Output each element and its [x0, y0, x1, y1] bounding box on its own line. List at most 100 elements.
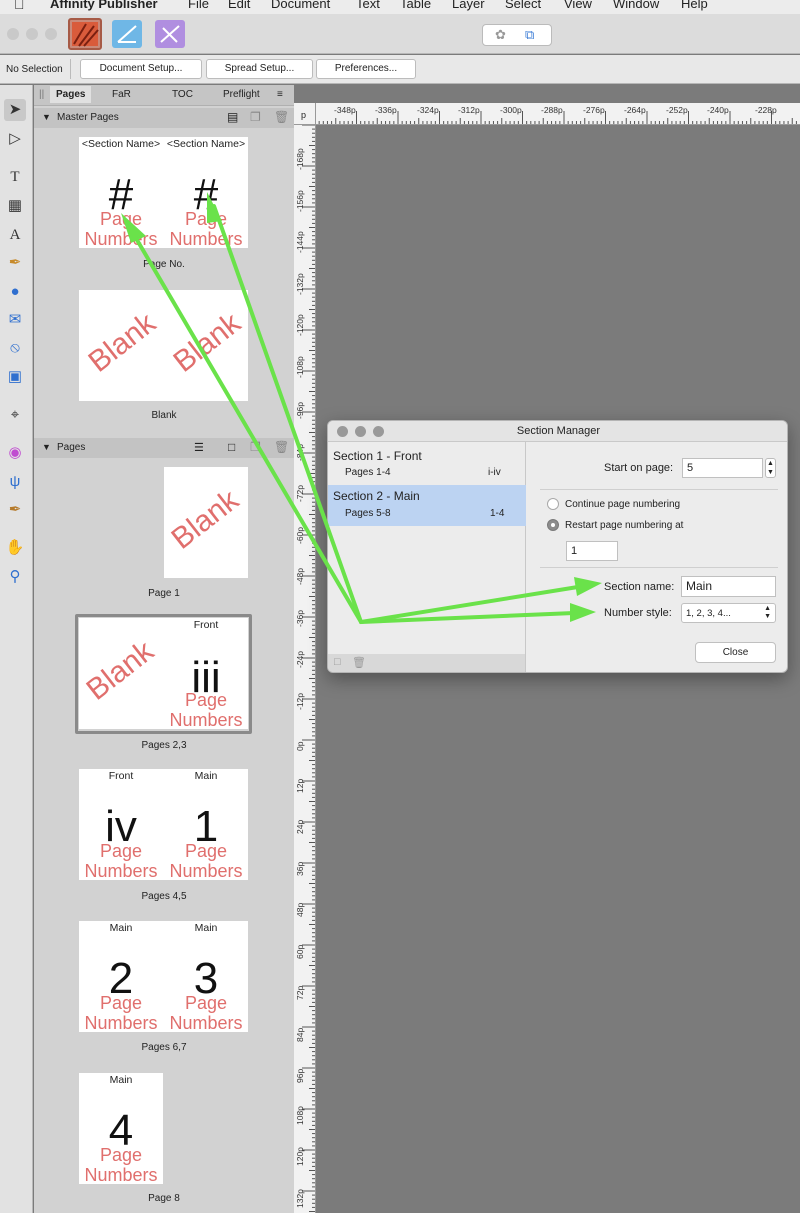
master-page-no-thumbnail[interactable]: <Section Name> <Section Name> # # Page N…: [79, 137, 248, 248]
menu-help[interactable]: Help: [681, 0, 708, 11]
selection-label: No Selection: [6, 64, 63, 75]
ruler-top-label: -324p: [417, 105, 439, 115]
delete-page-icon[interactable]: 🗑: [274, 440, 289, 454]
apple-icon[interactable]: : [14, 0, 25, 12]
pages-4-5-thumbnail[interactable]: Front Main iv 1 Page Numbers Page Number…: [79, 769, 248, 880]
start-on-page-stepper[interactable]: ▲ ▼: [765, 458, 776, 478]
page-1-label: Page 1: [148, 588, 180, 599]
insert-master-icon[interactable]: ▤: [227, 110, 238, 124]
section-pages: Pages 1-4: [345, 467, 391, 478]
tab-pages[interactable]: Pages: [50, 86, 92, 103]
preferences-button[interactable]: Preferences...: [316, 59, 416, 79]
fill-tool-icon[interactable]: ◉: [4, 442, 26, 464]
menu-edit[interactable]: Edit: [228, 0, 250, 11]
ruler-left-label: -144p: [295, 231, 305, 253]
disclosure-icon[interactable]: ▼: [42, 442, 51, 452]
chevron-updown-icon: ▲ ▼: [764, 605, 771, 620]
menu-select[interactable]: Select: [505, 0, 541, 11]
ruler-left-label: 48p: [295, 902, 305, 917]
insert-page-icon[interactable]: □: [228, 440, 235, 454]
pages-header[interactable]: ▼ Pages ☰ □ ❐ 🗑: [34, 438, 294, 458]
zoom-tool-icon[interactable]: ⚲: [4, 566, 26, 588]
menu-layer[interactable]: Layer: [452, 0, 485, 11]
menu-table[interactable]: Table: [400, 0, 431, 11]
number-style-select[interactable]: 1, 2, 3, 4... ▲ ▼: [681, 603, 776, 623]
tab-far[interactable]: FaR: [112, 89, 131, 100]
node-tool-icon[interactable]: ▷: [4, 128, 26, 150]
add-section-icon[interactable]: □: [334, 656, 341, 668]
window-minimize-button[interactable]: [26, 28, 38, 40]
delete-section-icon[interactable]: 🗑: [352, 656, 366, 669]
move-tool-icon[interactable]: ➤: [4, 99, 26, 121]
section-name: Section 1 - Front: [333, 449, 422, 463]
frame-text-tool-icon[interactable]: T: [4, 166, 26, 188]
start-on-page-field[interactable]: 5: [682, 458, 763, 478]
photo-persona-icon[interactable]: [155, 20, 185, 48]
panel-menu-icon[interactable]: ≡: [277, 89, 283, 100]
continue-numbering-label: Continue page numbering: [565, 499, 681, 510]
tab-toc[interactable]: TOC: [172, 89, 193, 100]
app-name[interactable]: Affinity Publisher: [50, 0, 158, 11]
master-blank-thumbnail[interactable]: Blank Blank: [79, 290, 248, 401]
ruler-left-label: -48p: [295, 567, 305, 585]
menu-document[interactable]: Document: [271, 0, 330, 11]
master-pages-header[interactable]: ▼ Master Pages ▤ ❐ 🗑: [34, 108, 294, 128]
ruler-left-label: 132p: [295, 1188, 305, 1208]
menu-file[interactable]: File: [188, 0, 209, 11]
place-image-tool-icon[interactable]: ▣: [4, 366, 26, 388]
ellipse-frame-tool-icon[interactable]: ⦸: [4, 337, 26, 359]
delete-master-icon[interactable]: 🗑: [274, 110, 289, 124]
duplicate-page-icon[interactable]: ❐: [250, 440, 261, 454]
page-5-section-name: Main: [194, 770, 218, 782]
menu-text[interactable]: Text: [356, 0, 380, 11]
window-zoom-button[interactable]: [45, 28, 57, 40]
master-section-name-left: <Section Name>: [81, 138, 161, 150]
publisher-persona-icon[interactable]: [68, 18, 102, 50]
section-range: 1-4: [490, 508, 505, 519]
dialog-titlebar: Section Manager: [328, 421, 787, 442]
view-tool-icon[interactable]: ✋: [4, 537, 26, 559]
menu-bar:  Affinity Publisher File Edit Document …: [0, 0, 800, 14]
section-name-field[interactable]: Main: [681, 576, 776, 597]
pages-6-7-label: Pages 6,7: [141, 1042, 187, 1053]
disclosure-icon[interactable]: ▼: [42, 112, 51, 122]
section-manager-icon[interactable]: ☰: [194, 441, 204, 454]
pages-6-7-thumbnail[interactable]: Main Main 2 3 Page Numbers Page Numbers: [79, 921, 248, 1032]
pen-tool-icon[interactable]: ✒: [4, 252, 26, 274]
table-tool-icon[interactable]: ▦: [4, 195, 26, 217]
page-8-label: Page 8: [148, 1193, 180, 1204]
ruler-top-label: -252p: [666, 105, 688, 115]
page-8-thumbnail[interactable]: Main 4 Page Numbers: [79, 1073, 163, 1184]
artistic-text-tool-icon[interactable]: A: [4, 224, 26, 246]
spread-setup-button[interactable]: Spread Setup...: [206, 59, 313, 79]
tab-preflight[interactable]: Preflight: [223, 89, 260, 100]
continue-numbering-radio[interactable]: [547, 498, 559, 510]
transparency-tool-icon[interactable]: ψ: [4, 471, 26, 493]
picture-frame-tool-icon[interactable]: ✉: [4, 309, 26, 331]
menu-view[interactable]: View: [564, 0, 592, 11]
studio-toggle-button[interactable]: ✿ ⧉: [482, 24, 552, 46]
section-row[interactable]: Section 2 - Main Pages 5-8 1-4: [328, 485, 526, 526]
page-1-thumbnail[interactable]: Blank: [164, 467, 248, 578]
panel-tabs: || Pages FaR TOC Preflight ≡: [34, 85, 294, 106]
section-range: i-iv: [488, 467, 501, 478]
document-setup-button[interactable]: Document Setup...: [80, 59, 202, 79]
restart-at-field[interactable]: 1: [566, 541, 618, 561]
section-row[interactable]: Section 1 - Front Pages 1-4 i-iv: [328, 445, 526, 483]
duplicate-master-icon[interactable]: ❐: [250, 110, 261, 124]
window-close-button[interactable]: [7, 28, 19, 40]
restart-numbering-radio[interactable]: [547, 519, 559, 531]
ruler-top-label: -264p: [624, 105, 646, 115]
horizontal-ruler: -348p -336p -324p -312p -300p -288p -276…: [294, 103, 800, 125]
designer-persona-icon[interactable]: [112, 20, 142, 48]
master-blank-label: Blank: [151, 410, 177, 421]
ellipse-tool-icon[interactable]: ●: [4, 281, 26, 303]
pages-2-3-thumbnail[interactable]: Blank Front iii Page Numbers: [79, 618, 248, 729]
close-button[interactable]: Close: [695, 642, 776, 663]
menu-window[interactable]: Window: [613, 0, 659, 11]
color-picker-tool-icon[interactable]: ✒: [4, 499, 26, 521]
crop-tool-icon[interactable]: ⌖: [4, 404, 26, 426]
section-name: Section 2 - Main: [333, 489, 420, 503]
page-2-blank: Blank: [80, 634, 160, 707]
tools-panel: ➤ ▷ T ▦ A ✒ ● ✉ ⦸ ▣ ⌖ ◉ ψ ✒ ✋ ⚲: [0, 85, 33, 1213]
